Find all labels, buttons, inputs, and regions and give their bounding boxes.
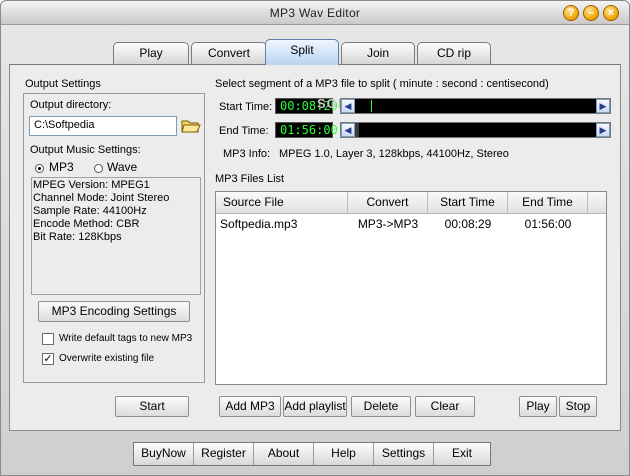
radio-mp3-label: MP3 <box>49 160 74 174</box>
radio-mp3[interactable] <box>35 164 44 173</box>
column-source-file[interactable]: Source File <box>216 192 348 214</box>
output-music-settings-label: Output Music Settings: <box>30 144 141 156</box>
info-bit-rate: Bit Rate: 128Kbps <box>33 231 122 243</box>
start-slider-left-icon[interactable]: ◀ <box>341 99 355 113</box>
output-directory-label: Output directory: <box>30 99 112 111</box>
mp3-files-heading: MP3 Files List <box>215 173 285 185</box>
bottom-toolbar: BuyNow Register About Help Settings Exit <box>133 442 491 466</box>
register-button[interactable]: Register <box>194 443 254 465</box>
mp3-files-list[interactable]: Source File Convert Start Time End Time … <box>215 191 607 385</box>
row-source-file: Softpedia.mp3 <box>220 217 298 231</box>
start-button[interactable]: Start <box>115 396 189 417</box>
end-time-label: End Time: <box>219 125 269 137</box>
help-icon[interactable]: ? <box>563 5 579 21</box>
end-slider-right-icon[interactable]: ▶ <box>596 123 610 137</box>
buynow-button[interactable]: BuyNow <box>134 443 194 465</box>
tab-join[interactable]: Join <box>341 42 415 64</box>
end-time-slider[interactable]: ◀ ▶ <box>340 122 611 138</box>
mp3-encoding-settings-button[interactable]: MP3 Encoding Settings <box>38 301 190 322</box>
row-end-time: 01:56:00 <box>524 217 572 231</box>
start-slider-right-icon[interactable]: ▶ <box>596 99 610 113</box>
mp3-info-value: MPEG 1.0, Layer 3, 128kbps, 44100Hz, Ste… <box>279 148 509 160</box>
column-end-time[interactable]: End Time <box>508 192 588 214</box>
start-time-label: Start Time: <box>219 101 273 113</box>
row-convert: MP3->MP3 <box>357 217 419 231</box>
tab-convert[interactable]: Convert <box>191 42 267 64</box>
tab-strip: Play Convert Split Join CD rip <box>9 35 621 65</box>
info-sample-rate: Sample Rate: 44100Hz <box>33 205 147 217</box>
start-time-slider[interactable]: ◀ ▶ <box>340 98 611 114</box>
end-time-display[interactable]: 01:56:00 <box>275 122 338 138</box>
music-info-text: MPEG Version: MPEG1 Channel Mode: Joint … <box>33 179 199 295</box>
info-channel-mode: Channel Mode: Joint Stereo <box>33 192 170 204</box>
minimize-icon[interactable]: – <box>583 5 599 21</box>
settings-button[interactable]: Settings <box>374 443 434 465</box>
output-settings-heading: Output Settings <box>25 78 101 90</box>
write-tags-checkbox[interactable] <box>42 333 54 345</box>
end-slider-left-icon[interactable]: ◀ <box>341 123 355 137</box>
delete-button[interactable]: Delete <box>351 396 411 417</box>
exit-button[interactable]: Exit <box>434 443 490 465</box>
tab-split[interactable]: Split <box>265 39 339 65</box>
help-button[interactable]: Help <box>314 443 374 465</box>
end-slider-thumb[interactable] <box>355 123 359 137</box>
close-icon[interactable]: × <box>603 5 619 21</box>
clear-button[interactable]: Clear <box>415 396 475 417</box>
tab-cd-rip[interactable]: CD rip <box>417 42 491 64</box>
add-playlist-button[interactable]: Add playlist <box>283 396 347 417</box>
about-button[interactable]: About <box>254 443 314 465</box>
info-encode-method: Encode Method: CBR <box>33 218 140 230</box>
column-start-time[interactable]: Start Time <box>428 192 508 214</box>
app-window: MP3 Wav Editor ? – × Play Convert Split … <box>0 0 630 476</box>
overwrite-label: Overwrite existing file <box>59 353 155 364</box>
split-instruction: Select segment of a MP3 file to split ( … <box>215 78 549 90</box>
overwrite-checkbox[interactable]: ✓ <box>42 353 54 365</box>
radio-wave[interactable] <box>94 164 103 173</box>
mp3-info-label: MP3 Info: <box>223 148 271 160</box>
start-slider-marker <box>371 100 372 112</box>
column-filler <box>588 192 606 214</box>
info-mpeg-version: MPEG Version: MPEG1 <box>33 179 150 191</box>
tab-play[interactable]: Play <box>113 42 189 64</box>
write-tags-label: Write default tags to new MP3 <box>59 333 193 344</box>
radio-wave-label: Wave <box>107 160 138 174</box>
add-mp3-button[interactable]: Add MP3 <box>219 396 281 417</box>
row-start-time: 00:08:29 <box>444 217 492 231</box>
play-button[interactable]: Play <box>519 396 557 417</box>
output-directory-field[interactable]: C:\Softpedia <box>29 116 177 136</box>
window-title: MP3 Wav Editor <box>269 6 361 20</box>
column-convert[interactable]: Convert <box>348 192 428 214</box>
title-bar[interactable]: MP3 Wav Editor ? – × <box>1 1 629 25</box>
folder-open-icon[interactable] <box>181 117 201 135</box>
stop-button[interactable]: Stop <box>559 396 597 417</box>
